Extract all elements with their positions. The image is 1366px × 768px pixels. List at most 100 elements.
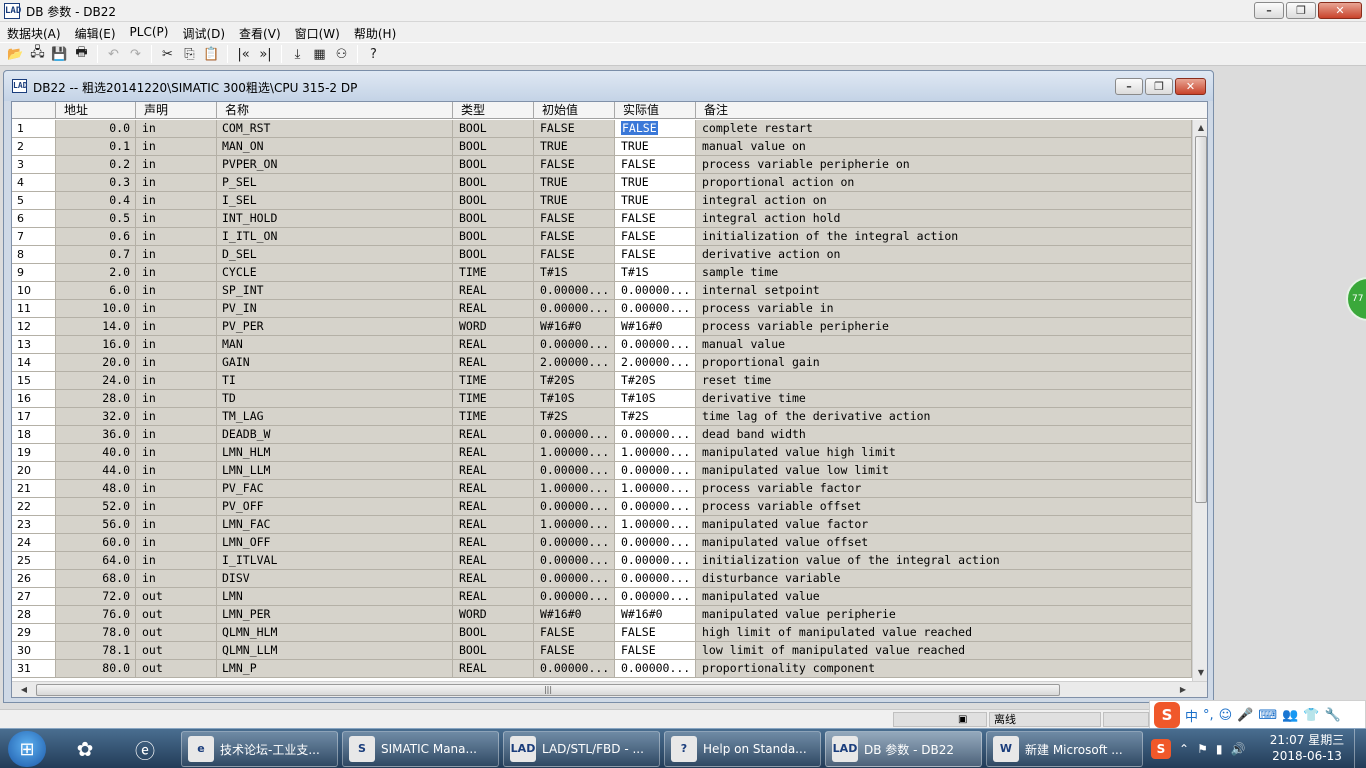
cell-actual-value[interactable]: 0.00000...	[615, 300, 696, 317]
vertical-scrollbar[interactable]: ▲ ▼	[1192, 120, 1207, 681]
column-header-name[interactable]: 名称	[217, 102, 453, 119]
cell-actual-value[interactable]: T#20S	[615, 372, 696, 389]
scroll-down-icon[interactable]: ▼	[1193, 665, 1207, 681]
ie-icon[interactable]: ⓔ	[118, 732, 172, 766]
cell-actual-value[interactable]: FALSE	[615, 210, 696, 227]
table-row[interactable]: 3 0.2 in PVPER_ON BOOL FALSE FALSE process vari…	[12, 156, 1192, 174]
table-row[interactable]: 15 24.0 in TI TIME T#20S T#20S reset time	[12, 372, 1192, 390]
table-row[interactable]: 24 60.0 in LMN_OFF REAL 0.00000... 0.00000... m…	[12, 534, 1192, 552]
copy-button[interactable]: ⎘	[180, 45, 199, 64]
cell-actual-value[interactable]: TRUE	[615, 174, 696, 191]
child-title-bar[interactable]: LAD DB22 -- 粗选20141220\SIMATIC 300粗选\CPU…	[4, 71, 1213, 101]
table-row[interactable]: 22 52.0 in PV_OFF REAL 0.00000... 0.00000... pr…	[12, 498, 1192, 516]
restore-button[interactable]: ❐	[1286, 2, 1316, 19]
ime-emoji-icon[interactable]: ☺	[1219, 708, 1233, 723]
scroll-left-icon[interactable]: ◀	[16, 682, 32, 697]
menu-item-3[interactable]: 调试(D)	[175, 22, 232, 42]
table-row[interactable]: 29 78.0 out QLMN_HLM BOOL FALSE FALSE high limi…	[12, 624, 1192, 642]
table-row[interactable]: 25 64.0 in I_ITLVAL REAL 0.00000... 0.00000...…	[12, 552, 1192, 570]
cell-actual-value[interactable]: 0.00000...	[615, 660, 696, 677]
table-row[interactable]: 21 48.0 in PV_FAC REAL 1.00000... 1.00000... pr…	[12, 480, 1192, 498]
menu-item-1[interactable]: 编辑(E)	[68, 22, 123, 42]
tray-network-icon[interactable]: ▮	[1216, 742, 1223, 756]
taskbar-task-2[interactable]: LAD LAD/STL/FBD - ...	[503, 731, 660, 767]
cell-actual-value[interactable]: 0.00000...	[615, 570, 696, 587]
table-row[interactable]: 20 44.0 in LMN_LLM REAL 0.00000... 0.00000... m…	[12, 462, 1192, 480]
cell-actual-value[interactable]: FALSE	[615, 642, 696, 659]
ime-skin-icon[interactable]: 👕	[1303, 708, 1319, 723]
table-row[interactable]: 13 16.0 in MAN REAL 0.00000... 0.00000... manua…	[12, 336, 1192, 354]
table-row[interactable]: 10 6.0 in SP_INT REAL 0.00000... 0.00000... int…	[12, 282, 1192, 300]
ime-voice-icon[interactable]: 🎤	[1237, 708, 1253, 723]
cell-actual-value[interactable]: W#16#0	[615, 318, 696, 335]
selected-value[interactable]: FALSE	[621, 121, 658, 135]
cell-actual-value[interactable]: 1.00000...	[615, 444, 696, 461]
download-button[interactable]: ⤓	[288, 45, 307, 64]
ime-mode-chinese[interactable]: 中	[1185, 706, 1198, 725]
table-row[interactable]: 23 56.0 in LMN_FAC REAL 1.00000... 1.00000... m…	[12, 516, 1192, 534]
table-row[interactable]: 8 0.7 in D_SEL BOOL FALSE FALSE derivative acti…	[12, 246, 1192, 264]
sogou-ime-icon[interactable]: S	[1154, 702, 1180, 728]
cell-actual-value[interactable]: FALSE	[615, 120, 696, 137]
cell-actual-value[interactable]: T#10S	[615, 390, 696, 407]
child-close-button[interactable]: ✕	[1175, 78, 1206, 95]
cell-actual-value[interactable]: FALSE	[615, 624, 696, 641]
goto-last-button[interactable]: »|	[256, 45, 275, 64]
table-row[interactable]: 26 68.0 in DISV REAL 0.00000... 0.00000... dist…	[12, 570, 1192, 588]
cell-actual-value[interactable]: TRUE	[615, 192, 696, 209]
menu-item-0[interactable]: 数据块(A)	[0, 22, 68, 42]
cell-actual-value[interactable]: 1.00000...	[615, 480, 696, 497]
cell-actual-value[interactable]: 2.00000...	[615, 354, 696, 371]
horizontal-scrollbar[interactable]: ◀ ||| ▶	[12, 681, 1207, 697]
cell-actual-value[interactable]: 0.00000...	[615, 282, 696, 299]
minimize-button[interactable]: –	[1254, 2, 1284, 19]
cell-actual-value[interactable]: 0.00000...	[615, 552, 696, 569]
taskbar-task-3[interactable]: ? Help on Standa...	[664, 731, 821, 767]
menu-item-2[interactable]: PLC(P)	[123, 22, 176, 42]
ime-users-icon[interactable]: 👥	[1282, 708, 1298, 723]
table-row[interactable]: 14 20.0 in GAIN REAL 2.00000... 2.00000... prop…	[12, 354, 1192, 372]
menu-item-5[interactable]: 窗口(W)	[288, 22, 347, 42]
horizontal-scroll-thumb[interactable]: |||	[36, 684, 1060, 696]
taskbar-task-5[interactable]: W 新建 Microsoft ...	[986, 731, 1143, 767]
table-row[interactable]: 19 40.0 in LMN_HLM REAL 1.00000... 1.00000... m…	[12, 444, 1192, 462]
glasses-button[interactable]: ⚇	[332, 45, 351, 64]
taskbar-task-4[interactable]: LAD DB 参数 - DB22	[825, 731, 982, 767]
table-row[interactable]: 6 0.5 in INT_HOLD BOOL FALSE FALSE integral act…	[12, 210, 1192, 228]
ime-settings-icon[interactable]: 🔧	[1325, 708, 1341, 723]
cell-actual-value[interactable]: 0.00000...	[615, 336, 696, 353]
table-row[interactable]: 30 78.1 out QLMN_LLM BOOL FALSE FALSE low limit…	[12, 642, 1192, 660]
cell-actual-value[interactable]: 0.00000...	[615, 534, 696, 551]
column-header-comment[interactable]: 备注	[696, 102, 1207, 119]
table-row[interactable]: 5 0.4 in I_SEL BOOL TRUE TRUE integral action o…	[12, 192, 1192, 210]
open-button[interactable]: 📂	[6, 45, 25, 64]
menu-item-6[interactable]: 帮助(H)	[347, 22, 403, 42]
cut-button[interactable]: ✂	[158, 45, 177, 64]
goto-first-button[interactable]: |«	[234, 45, 253, 64]
taskbar-task-0[interactable]: e 技术论坛-工业支...	[181, 731, 338, 767]
cell-actual-value[interactable]: T#1S	[615, 264, 696, 281]
tray-arrow-icon[interactable]: ⌃	[1179, 742, 1189, 756]
table-row[interactable]: 2 0.1 in MAN_ON BOOL TRUE TRUE manual value on	[12, 138, 1192, 156]
column-header-type[interactable]: 类型	[453, 102, 534, 119]
table-row[interactable]: 12 14.0 in PV_PER WORD W#16#0 W#16#0 process va…	[12, 318, 1192, 336]
column-header-initial-value[interactable]: 初始值	[534, 102, 615, 119]
ime-punctuation-icon[interactable]: °,	[1203, 708, 1214, 723]
child-minimize-button[interactable]: –	[1115, 78, 1143, 95]
table-row[interactable]: 4 0.3 in P_SEL BOOL TRUE TRUE proportional acti…	[12, 174, 1192, 192]
child-restore-button[interactable]: ❐	[1145, 78, 1173, 95]
tray-ime-icon[interactable]: S	[1151, 739, 1171, 759]
cell-actual-value[interactable]: W#16#0	[615, 606, 696, 623]
cell-actual-value[interactable]: 0.00000...	[615, 426, 696, 443]
cell-actual-value[interactable]: 0.00000...	[615, 498, 696, 515]
help-button[interactable]: ?	[364, 45, 383, 64]
tray-clock[interactable]: 21:07 星期三 2018-06-13	[1268, 732, 1346, 764]
windows-start-icon[interactable]: ⊞	[8, 731, 46, 767]
table-row[interactable]: 28 76.0 out LMN_PER WORD W#16#0 W#16#0 manipula…	[12, 606, 1192, 624]
monitor-button[interactable]: ▦	[310, 45, 329, 64]
table-row[interactable]: 7 0.6 in I_ITL_ON BOOL FALSE FALSE initializati…	[12, 228, 1192, 246]
show-desktop-button[interactable]	[1354, 729, 1366, 768]
paste-button[interactable]: 📋	[202, 45, 221, 64]
column-header-row-number[interactable]	[12, 102, 56, 119]
print-button[interactable]: 🖶	[72, 45, 91, 64]
